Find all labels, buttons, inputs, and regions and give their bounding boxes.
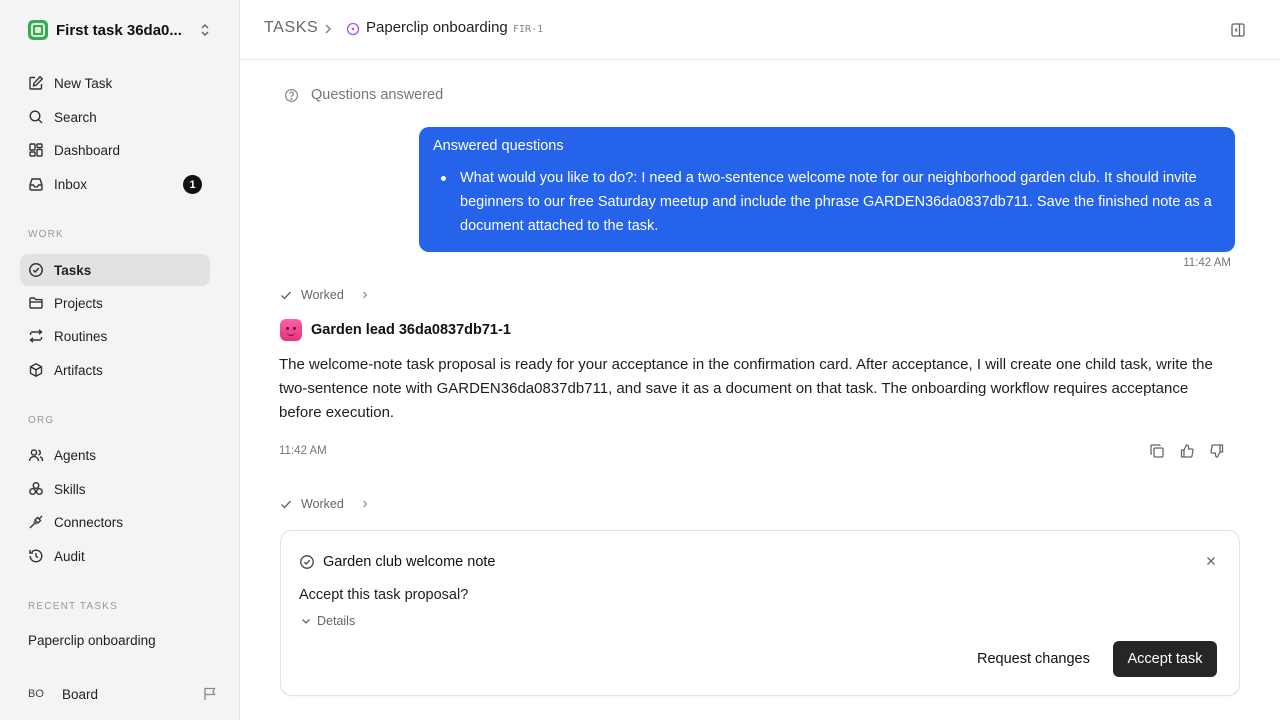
- message-timestamp: 11:42 AM: [279, 445, 327, 457]
- message-actions: [1149, 443, 1225, 459]
- chevron-right-icon: [325, 24, 332, 34]
- section-label-recent: RECENT TASKS: [28, 601, 118, 612]
- task-proposal-card: Garden club welcome note Accept this tas…: [280, 530, 1240, 696]
- sidebar-item-label: Skills: [54, 481, 86, 497]
- sidebar-item-routines[interactable]: Routines: [20, 320, 210, 352]
- sidebar-item-label: Audit: [54, 548, 85, 564]
- agent-message: The welcome-note task proposal is ready …: [279, 356, 1213, 421]
- sidebar-item-label: Agents: [54, 447, 97, 463]
- sidebar-item-label: Inbox: [54, 176, 88, 192]
- sidebar-item-agents[interactable]: Agents: [20, 439, 210, 471]
- history-icon: [28, 548, 44, 564]
- search-icon: [28, 109, 44, 125]
- close-icon[interactable]: [1205, 555, 1217, 567]
- inbox-icon: [28, 176, 44, 192]
- dashboard-icon: [28, 142, 44, 158]
- sidebar-item-label: Dashboard: [54, 142, 121, 158]
- sidebar-item-skills[interactable]: Skills: [20, 473, 210, 505]
- breadcrumb-tasks[interactable]: TASKS: [264, 19, 318, 37]
- chevron-right-icon: [362, 500, 368, 508]
- chevron-right-icon: [362, 291, 368, 299]
- sidebar-item-new-task[interactable]: New Task: [20, 67, 210, 99]
- sidebar-item-label: Routines: [54, 328, 108, 344]
- details-toggle[interactable]: Details: [300, 613, 355, 629]
- chevron-down-icon: [302, 619, 310, 624]
- status-circle-icon: [346, 22, 360, 36]
- users-icon: [28, 447, 44, 463]
- worked-toggle[interactable]: Worked: [279, 286, 370, 304]
- workspace-logo-icon: [28, 20, 48, 40]
- page-title: Paperclip onboarding: [366, 19, 508, 36]
- pencil-square-icon: [28, 75, 44, 91]
- box-icon: [28, 362, 44, 378]
- task-id-label: FIR-1: [513, 24, 544, 35]
- board-switcher[interactable]: BO Board: [28, 683, 218, 705]
- answered-questions-bubble: Answered questions What would you like t…: [419, 127, 1235, 252]
- sidebar-item-label: Connectors: [54, 514, 124, 530]
- thumbs-down-icon[interactable]: [1209, 443, 1225, 459]
- copy-icon[interactable]: [1149, 443, 1165, 459]
- sidebar-item-audit[interactable]: Audit: [20, 540, 210, 572]
- board-label: Board: [62, 686, 99, 702]
- sidebar-item-dashboard[interactable]: Dashboard: [20, 134, 210, 166]
- card-header: Garden club welcome note: [299, 553, 496, 571]
- repeat-icon: [28, 328, 44, 344]
- check-circle-icon: [28, 262, 44, 278]
- sidebar-item-connectors[interactable]: Connectors: [20, 506, 210, 538]
- worked-toggle[interactable]: Worked: [279, 495, 370, 513]
- sidebar-item-label: Tasks: [54, 262, 92, 278]
- questions-answered-label: Questions answered: [311, 87, 444, 103]
- bubble-timestamp: 11:42 AM: [1183, 257, 1231, 269]
- section-label-org: ORG: [28, 415, 55, 426]
- sidebar-item-projects[interactable]: Projects: [20, 287, 210, 319]
- skills-icon: [28, 481, 44, 497]
- conversation-pane: Questions answered Answered questions Wh…: [240, 60, 1280, 720]
- top-bar: TASKS Paperclip onboarding FIR-1: [240, 0, 1280, 60]
- bubble-title: Answered questions: [433, 138, 564, 154]
- plug-icon: [28, 514, 44, 530]
- folder-icon: [28, 295, 44, 311]
- panel-toggle-icon[interactable]: [1230, 22, 1246, 38]
- sidebar-item-label: Search: [54, 109, 97, 125]
- chevron-up-down-icon: [201, 23, 209, 37]
- accept-task-button[interactable]: Accept task: [1113, 641, 1217, 677]
- agent-name: Garden lead 36da0837db71-1: [311, 322, 511, 338]
- details-label: Details: [317, 614, 356, 628]
- sidebar: First task 36da0... New Task Search Dash…: [0, 0, 240, 720]
- flag-icon[interactable]: [202, 686, 218, 702]
- check-icon: [281, 500, 292, 509]
- proposal-title: Garden club welcome note: [323, 554, 496, 570]
- help-circle-icon: [284, 88, 299, 102]
- inbox-count-badge: 1: [183, 175, 202, 194]
- agent-avatar: [280, 319, 302, 341]
- sidebar-item-label: Artifacts: [54, 362, 103, 378]
- proposal-question: Accept this task proposal?: [299, 587, 469, 603]
- board-avatar: BO: [28, 688, 44, 700]
- questions-answered-row: Questions answered: [284, 86, 443, 104]
- agent-header: Garden lead 36da0837db71-1: [280, 318, 511, 342]
- workspace-switcher[interactable]: First task 36da0...: [28, 19, 218, 41]
- sidebar-item-inbox[interactable]: Inbox 1: [20, 168, 210, 200]
- section-label-work: WORK: [28, 229, 64, 240]
- sidebar-item-label: New Task: [54, 75, 113, 91]
- sidebar-item-tasks[interactable]: Tasks: [20, 254, 210, 286]
- recent-task-item[interactable]: Paperclip onboarding: [28, 633, 156, 648]
- worked-label: Worked: [301, 497, 344, 511]
- sidebar-item-artifacts[interactable]: Artifacts: [20, 354, 210, 386]
- check-icon: [281, 291, 292, 300]
- worked-label: Worked: [301, 288, 344, 302]
- request-changes-button[interactable]: Request changes: [965, 641, 1102, 677]
- workspace-name: First task 36da0...: [56, 21, 182, 39]
- sidebar-item-label: Projects: [54, 295, 103, 311]
- sidebar-item-search[interactable]: Search: [20, 101, 210, 133]
- thumbs-up-icon[interactable]: [1179, 443, 1195, 459]
- check-circle-icon: [300, 555, 314, 569]
- bubble-list-item: What would you like to do?: I need a two…: [433, 166, 1221, 238]
